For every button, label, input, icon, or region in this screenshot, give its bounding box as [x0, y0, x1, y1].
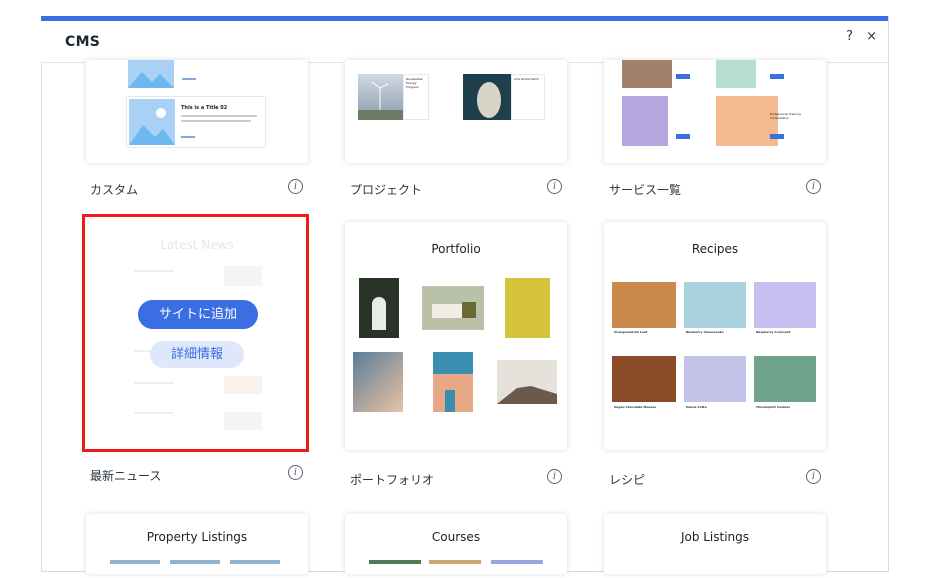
portfolio-image-arch — [359, 278, 399, 338]
info-icon[interactable]: i — [288, 179, 303, 194]
preview-text — [181, 120, 251, 122]
portfolio-image-portrait — [353, 352, 403, 412]
preview-block: This is a Title 02 — [126, 96, 266, 148]
dialog-header: CMS ? × — [41, 21, 889, 63]
divider — [888, 16, 889, 572]
info-icon[interactable]: i — [547, 469, 562, 484]
info-icon[interactable]: i — [806, 179, 821, 194]
preview-image — [128, 60, 174, 88]
preview-item-title: Professional Training Consultation — [770, 112, 801, 120]
preview-image — [230, 560, 280, 564]
preview-title: Property Listings — [146, 530, 248, 544]
arch-window-icon — [372, 297, 386, 330]
preview-image — [622, 60, 672, 88]
recipe-card-title: Vegan Chocolate Mousse — [614, 405, 657, 409]
template-label-recipes: レシピ — [609, 473, 646, 487]
recipe-image — [612, 282, 676, 328]
preview-image — [170, 560, 220, 564]
preview-button — [676, 134, 690, 139]
dialog-title: CMS — [65, 34, 101, 50]
preview-text — [182, 78, 196, 80]
building-icon — [433, 374, 473, 412]
preview-image — [716, 60, 756, 88]
template-label-services: サービス一覧 — [609, 183, 682, 197]
stilllife-icon — [432, 302, 476, 318]
template-card-custom[interactable]: This is a Title 02 — [86, 60, 308, 163]
recipe-card-title: Panna Cotta — [686, 405, 707, 409]
close-button[interactable]: × — [866, 29, 877, 44]
preview-title: Portfolio — [431, 242, 481, 256]
portfolio-image-leopard — [497, 360, 557, 404]
template-card-services[interactable]: Professional Training Consultation — [604, 60, 826, 163]
template-card-portfolio[interactable]: Portfolio — [345, 222, 567, 450]
template-label-custom: カスタム — [90, 183, 139, 197]
preview-title: Job Listings — [680, 530, 750, 544]
preview-text — [181, 115, 257, 117]
recipe-image — [684, 282, 746, 328]
selection-highlight — [82, 214, 309, 452]
preview-image — [716, 96, 778, 146]
help-button[interactable]: ? — [846, 29, 853, 44]
portfolio-image-flowers — [505, 278, 550, 338]
preview-block: Arts Global Work — [511, 74, 545, 120]
portfolio-image-architecture — [433, 352, 473, 412]
recipe-card-title: Thumbprint Cookies — [756, 405, 791, 409]
template-card-property-listings[interactable]: Property Listings — [86, 514, 308, 574]
template-card-courses[interactable]: Courses — [345, 514, 567, 574]
recipe-card-title: Orangematcha Loaf — [614, 330, 648, 334]
landscape-icon — [129, 108, 175, 145]
windmill-icon — [358, 81, 404, 120]
info-icon[interactable]: i — [806, 469, 821, 484]
preview-image — [429, 560, 481, 564]
preview-image-arts — [463, 74, 511, 120]
info-icon[interactable]: i — [288, 465, 303, 480]
recipe-card-title: Blueberry Cheesecake — [686, 330, 724, 334]
preview-image — [622, 96, 668, 146]
info-icon[interactable]: i — [547, 179, 562, 194]
preview-title: This is a Title 02 — [181, 105, 228, 111]
template-label-projects: プロジェクト — [350, 183, 423, 197]
recipe-image — [612, 356, 676, 402]
preview-image — [369, 560, 421, 564]
abstract-art-icon — [477, 82, 501, 118]
preview-title: Recipes — [691, 242, 739, 256]
recipe-card-title: Raspberry Croissant — [756, 330, 791, 334]
portfolio-image-stilllife — [422, 286, 484, 330]
preview-image-windmills — [358, 74, 404, 120]
preview-button — [676, 74, 690, 79]
template-label-portfolio: ポートフォリオ — [350, 473, 435, 487]
preview-item-title: Renewable Energy Program — [406, 77, 423, 89]
landscape-icon — [128, 72, 174, 88]
template-card-job-listings[interactable]: Job Listings — [604, 514, 826, 574]
recipe-image — [754, 356, 816, 402]
preview-image — [129, 99, 175, 145]
divider — [41, 63, 42, 572]
preview-title: Courses — [431, 530, 481, 544]
template-label-latest-news: 最新ニュース — [90, 469, 162, 483]
template-card-recipes[interactable]: Recipes Orangematcha Loaf Blueberry Chee… — [604, 222, 826, 450]
recipe-image — [684, 356, 746, 402]
preview-image — [110, 560, 160, 564]
recipe-image — [754, 282, 816, 328]
preview-block: Renewable Energy Program — [403, 74, 429, 120]
preview-text — [181, 136, 195, 138]
preview-button — [770, 74, 784, 79]
template-card-projects[interactable]: Renewable Energy Program Arts Global Wor… — [345, 60, 567, 163]
preview-image — [491, 560, 543, 564]
preview-button — [770, 134, 784, 139]
preview-item-title: Arts Global Work — [514, 77, 540, 81]
leopard-icon — [497, 386, 557, 404]
